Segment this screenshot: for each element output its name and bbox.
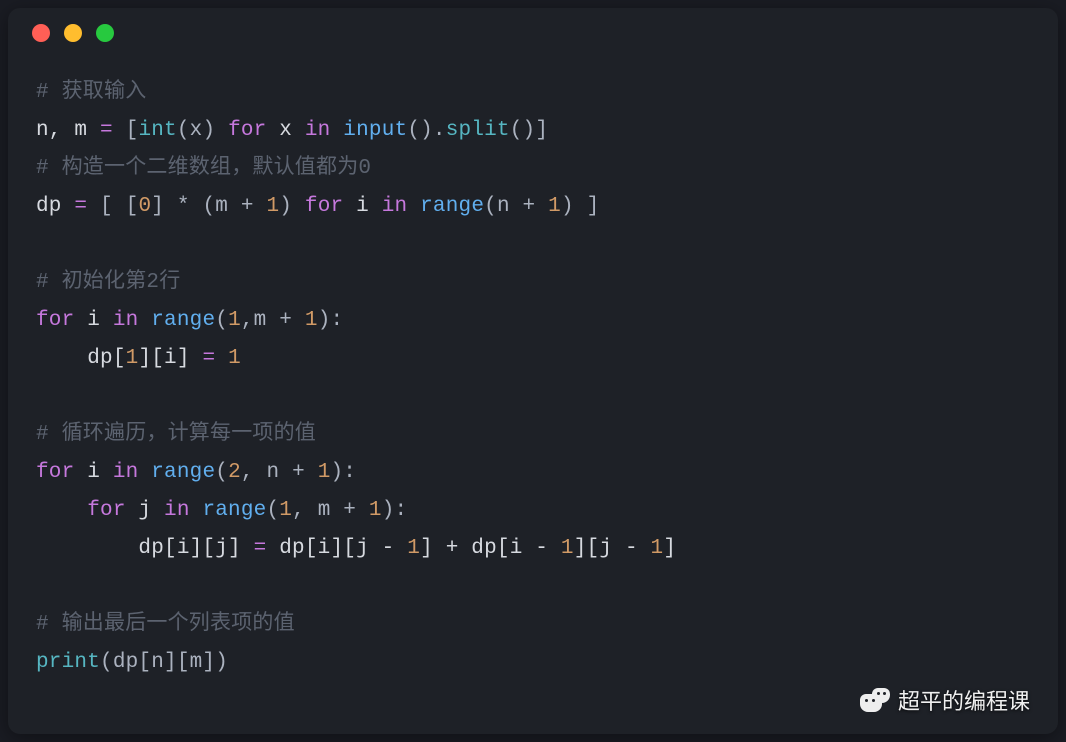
minimize-icon[interactable] bbox=[64, 24, 82, 42]
titlebar bbox=[8, 8, 1058, 58]
comment: # 构造一个二维数组，默认值都为0 bbox=[36, 157, 371, 180]
wechat-icon bbox=[860, 688, 890, 712]
code-text: n, m bbox=[36, 119, 100, 142]
comment: # 初始化第2行 bbox=[36, 271, 180, 294]
close-icon[interactable] bbox=[32, 24, 50, 42]
code-window: # 获取输入 n, m = [int(x) for x in input().s… bbox=[8, 8, 1058, 734]
zoom-icon[interactable] bbox=[96, 24, 114, 42]
watermark: 超平的编程课 bbox=[860, 684, 1030, 716]
comment: # 循环遍历，计算每一项的值 bbox=[36, 423, 316, 446]
code-block: # 获取输入 n, m = [int(x) for x in input().s… bbox=[8, 58, 1058, 682]
comment: # 获取输入 bbox=[36, 81, 146, 104]
comment: # 输出最后一个列表项的值 bbox=[36, 613, 295, 636]
watermark-text: 超平的编程课 bbox=[898, 684, 1030, 716]
